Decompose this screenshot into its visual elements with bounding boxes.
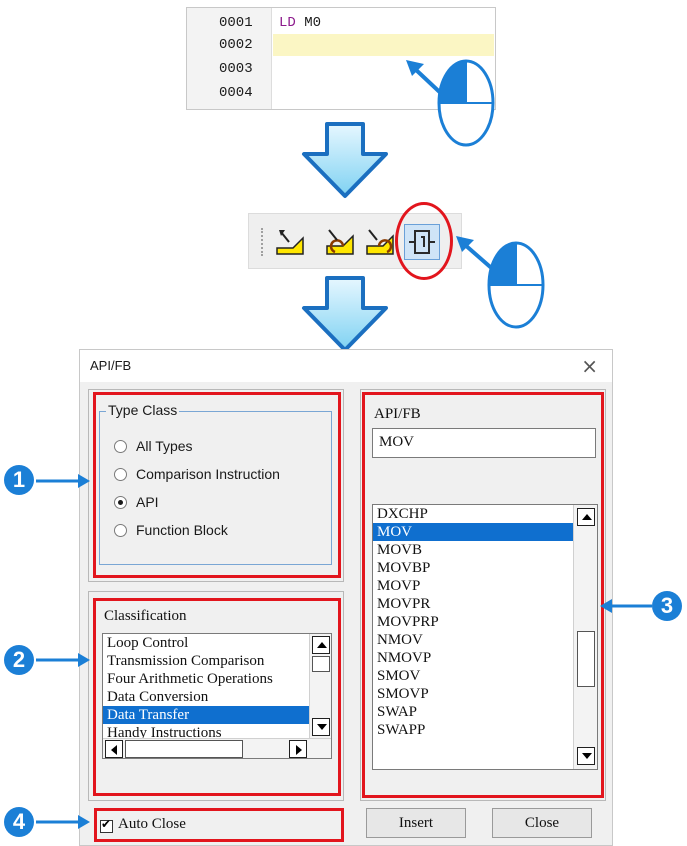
ladder-input-icon[interactable] bbox=[271, 224, 307, 260]
down-arrow-icon bbox=[302, 122, 388, 198]
line-code: LD M0 bbox=[279, 12, 321, 34]
mouse-left-click-icon bbox=[487, 241, 545, 329]
callout-arrow-icon bbox=[600, 599, 652, 613]
editor-line[interactable]: 0001 LD M0 bbox=[187, 12, 495, 34]
editor-line-current[interactable]: 0002 bbox=[187, 34, 495, 56]
callout-arrow-icon bbox=[36, 815, 90, 829]
instruction-operand: M0 bbox=[304, 15, 322, 31]
line-number: 0004 bbox=[219, 85, 253, 101]
callout-badge-4: 4 bbox=[4, 807, 34, 837]
callout-arrow-icon bbox=[36, 653, 90, 667]
api-fb-dialog: API/FB × Type Class All Types Comparison… bbox=[79, 349, 613, 846]
callout-badge-2: 2 bbox=[4, 645, 34, 675]
ladder-undo-icon[interactable] bbox=[321, 224, 357, 260]
current-line-highlight bbox=[273, 34, 494, 56]
mouse-left-click-icon bbox=[437, 59, 495, 147]
callout-badge-3: 3 bbox=[652, 591, 682, 621]
line-number: 0002 bbox=[219, 37, 253, 53]
close-icon[interactable]: × bbox=[581, 354, 598, 378]
callout-box-1 bbox=[93, 392, 341, 578]
ladder-redo-icon[interactable] bbox=[361, 224, 397, 260]
callout-box-4 bbox=[94, 808, 344, 842]
callout-arrow-icon bbox=[36, 474, 90, 488]
instruction-keyword: LD bbox=[279, 15, 296, 31]
callout-badge-1: 1 bbox=[4, 465, 34, 495]
toolbar-button-highlight bbox=[395, 202, 453, 280]
dialog-title: API/FB bbox=[90, 358, 132, 373]
callout-box-2 bbox=[93, 598, 341, 796]
down-arrow-icon bbox=[302, 276, 388, 352]
callout-box-3 bbox=[362, 392, 604, 798]
insert-button[interactable]: Insert bbox=[366, 808, 466, 838]
toolbar-grip[interactable] bbox=[261, 228, 266, 256]
dialog-titlebar[interactable]: API/FB × bbox=[80, 350, 612, 382]
line-number: 0001 bbox=[219, 15, 253, 31]
line-number: 0003 bbox=[219, 61, 253, 77]
close-button[interactable]: Close bbox=[492, 808, 592, 838]
